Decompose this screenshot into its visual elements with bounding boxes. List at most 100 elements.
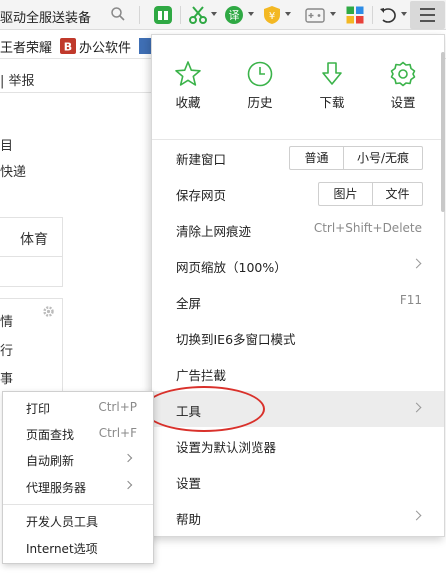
save-page-label: 保存网页 [176, 188, 227, 203]
tools-submenu: 打印 Ctrl+P 页面查找 Ctrl+F 自动刷新 代理服务器 开发人员工具 … [2, 391, 154, 564]
page-link-fragment[interactable]: 目 [0, 135, 13, 154]
find-shortcut: Ctrl+F [98, 426, 137, 440]
browser-toolbar: 驱动全服送装备 译 ¥ [0, 0, 446, 30]
tab-sports[interactable]: 体育 [20, 229, 48, 249]
toolbar-separator [180, 6, 181, 24]
svg-text:¥: ¥ [269, 11, 275, 22]
quick-history[interactable]: 历史 [230, 60, 290, 111]
bookmark-item-icon[interactable] [139, 38, 151, 54]
tab-border-right [62, 217, 63, 287]
chevron-right-icon [123, 480, 133, 490]
menu-item-set-default[interactable]: 设置为默认浏览器 [152, 427, 444, 463]
svg-text:译: 译 [229, 9, 240, 22]
zoom-label: 网页缩放（100%） [176, 260, 287, 275]
fullscreen-label: 全屏 [176, 296, 202, 311]
save-page-options: 图片 文件 [318, 182, 423, 206]
svg-text:B: B [64, 41, 72, 54]
save-as-image-button[interactable]: 图片 [319, 183, 372, 205]
news-item-fragment[interactable]: 事 [0, 368, 13, 387]
help-label: 帮助 [176, 512, 202, 527]
clear-traces-label: 清除上网痕迹 [176, 224, 252, 239]
settings-menu-label: 设置 [176, 476, 202, 491]
favorites-label: 收藏 [175, 95, 201, 110]
report-link[interactable]: | 举报 [0, 70, 35, 89]
game-controller-icon[interactable] [304, 5, 326, 25]
print-shortcut: Ctrl+P [98, 400, 137, 414]
toolbar-separator [139, 6, 140, 24]
downloads-label: 下载 [319, 95, 345, 110]
internet-options-label: Internet选项 [26, 542, 98, 556]
reading-mode-icon[interactable] [153, 5, 173, 25]
ie6-mode-label: 切换到IE6多窗口模式 [176, 332, 296, 347]
gear-icon [390, 61, 416, 87]
dev-tools-label: 开发人员工具 [26, 515, 99, 529]
submenu-item-dev-tools[interactable]: 开发人员工具 [3, 507, 153, 533]
menu-item-fullscreen[interactable]: 全屏 F11 [152, 283, 444, 319]
fullscreen-shortcut: F11 [399, 293, 422, 307]
office-software-icon: B [60, 38, 76, 54]
ad-block-label: 广告拦截 [176, 368, 227, 383]
menu-item-clear-traces[interactable]: 清除上网痕迹 Ctrl+Shift+Delete [152, 211, 444, 247]
search-suggestion-text[interactable]: 驱动全服送装备 [0, 7, 91, 26]
main-menu-button[interactable] [410, 1, 445, 29]
menu-item-save-page[interactable]: 保存网页 图片 文件 [152, 175, 444, 211]
auto-refresh-label: 自动刷新 [26, 454, 75, 468]
menu-item-help[interactable]: 帮助 [152, 499, 444, 535]
news-item-fragment[interactable]: 行 [0, 340, 13, 359]
screenshot-scissors-icon[interactable] [188, 5, 208, 25]
settings-label: 设置 [390, 95, 416, 110]
submenu-item-auto-refresh[interactable]: 自动刷新 [3, 446, 153, 472]
menu-item-ie6-mode[interactable]: 切换到IE6多窗口模式 [152, 319, 444, 355]
star-icon [175, 61, 201, 86]
translate-icon[interactable]: 译 [224, 5, 244, 25]
page-divider [0, 92, 152, 93]
new-window-incognito-button[interactable]: 小号/无痕 [343, 147, 422, 169]
tab-border-bottom [0, 286, 63, 287]
page-scrollbar[interactable] [441, 52, 445, 212]
card-border-top [0, 298, 63, 299]
clock-icon [247, 61, 273, 87]
undo-icon[interactable] [378, 5, 398, 25]
news-item-fragment[interactable]: 情 [0, 311, 13, 330]
save-as-file-button[interactable]: 文件 [372, 183, 422, 205]
translate-dropdown-caret[interactable] [248, 12, 254, 16]
print-label: 打印 [26, 402, 51, 416]
proxy-label: 代理服务器 [26, 481, 87, 495]
bookmark-office-software[interactable]: 办公软件 [79, 37, 131, 56]
tab-border-mid [0, 256, 63, 257]
chevron-right-icon [123, 453, 133, 463]
menu-item-zoom[interactable]: 网页缩放（100%） [152, 247, 444, 283]
search-icon[interactable] [110, 6, 126, 22]
game-dropdown-caret[interactable] [330, 12, 336, 16]
quick-settings[interactable]: 设置 [373, 60, 433, 111]
bookmark-honor-of-kings[interactable]: 王者荣耀 [0, 37, 52, 56]
submenu-item-internet-options[interactable]: Internet选项 [3, 534, 153, 560]
submenu-item-print[interactable]: 打印 Ctrl+P [3, 394, 153, 420]
new-window-options: 普通 小号/无痕 [289, 146, 423, 170]
menu-item-new-window[interactable]: 新建窗口 普通 小号/无痕 [152, 139, 444, 175]
menu-item-settings[interactable]: 设置 [152, 463, 444, 499]
undo-dropdown-caret[interactable] [401, 12, 407, 16]
browser-main-menu: 收藏 历史 下载 设置 新建窗口 普通 小号/无痕 保存网页 图片 文件 清除上… [151, 34, 445, 537]
quick-downloads[interactable]: 下载 [302, 60, 362, 111]
toolbar-separator [372, 6, 373, 24]
history-label: 历史 [247, 95, 273, 110]
tab-border-top [0, 217, 63, 218]
chevron-right-icon [411, 510, 422, 521]
quick-favorites[interactable]: 收藏 [158, 60, 218, 111]
highlight-ellipse [143, 386, 265, 432]
set-default-label: 设置为默认浏览器 [176, 440, 277, 455]
submenu-item-proxy[interactable]: 代理服务器 [3, 473, 153, 499]
page-link-express[interactable]: 快递 [0, 161, 26, 180]
submenu-item-find[interactable]: 页面查找 Ctrl+F [3, 420, 153, 446]
new-window-normal-button[interactable]: 普通 [290, 147, 343, 169]
shield-coupon-icon[interactable]: ¥ [262, 5, 282, 25]
scissors-dropdown-caret[interactable] [211, 12, 217, 16]
hamburger-icon [420, 8, 435, 22]
app-grid-icon[interactable] [345, 5, 365, 25]
card-border-right [62, 298, 63, 398]
coupon-dropdown-caret[interactable] [285, 12, 291, 16]
settings-gear-icon[interactable] [42, 305, 55, 318]
clear-traces-shortcut: Ctrl+Shift+Delete [313, 221, 422, 235]
download-arrow-icon [322, 62, 342, 85]
